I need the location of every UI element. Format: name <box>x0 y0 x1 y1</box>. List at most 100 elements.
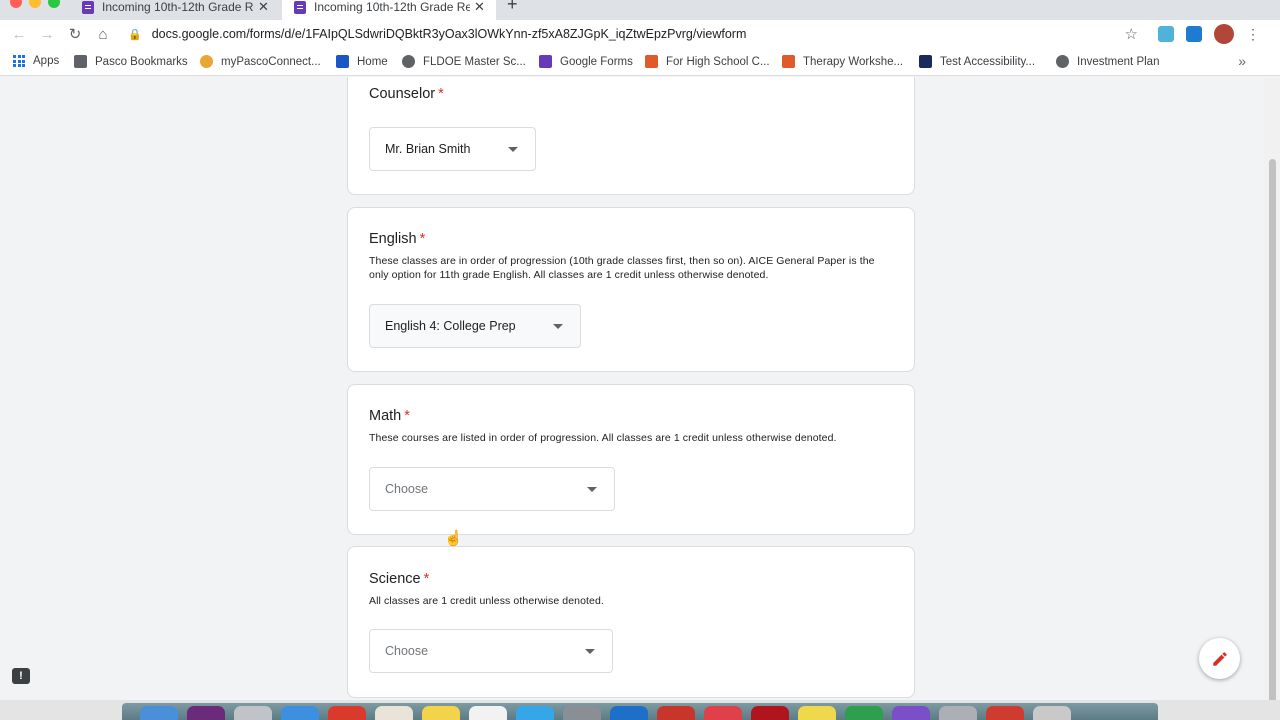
page-scrollbar[interactable] <box>1264 77 1280 720</box>
science-dropdown[interactable]: Choose <box>369 629 613 673</box>
bookmark-high-school[interactable]: For High School C... <box>645 55 770 68</box>
app-icon[interactable] <box>986 706 1024 720</box>
app-icon[interactable] <box>704 706 742 720</box>
sharepoint-extension-icon[interactable] <box>1186 26 1202 42</box>
app-store-icon[interactable] <box>516 706 554 720</box>
bookmark-label: Therapy Workshe... <box>803 55 904 68</box>
bookmark-label: Home <box>357 55 388 68</box>
bookmark-home[interactable]: Home <box>336 55 388 68</box>
google-forms-icon <box>82 0 94 14</box>
dropdown-value: Mr. Brian Smith <box>385 142 471 156</box>
question-card-english: English * These classes are in order of p… <box>347 207 915 372</box>
question-title: Math * <box>369 408 410 424</box>
forms-icon <box>539 55 552 68</box>
act-icon <box>919 55 932 68</box>
tab-title: Incoming 10th-12th Grade Reg <box>102 0 254 14</box>
launchpad-icon[interactable] <box>234 706 272 720</box>
notes-icon[interactable] <box>422 706 460 720</box>
address-bar[interactable]: 🔒 docs.google.com/forms/d/e/1FAIpQLSdwri… <box>128 20 746 48</box>
app-icon[interactable] <box>751 706 789 720</box>
app-icon[interactable] <box>892 706 930 720</box>
menu-kebab-icon[interactable]: ⋮ <box>1246 26 1260 43</box>
close-window-button[interactable] <box>10 0 22 8</box>
browser-tab[interactable]: Incoming 10th-12th Grade Reg ✕ <box>70 0 280 20</box>
cloud-extension-icon[interactable] <box>1158 26 1174 42</box>
chevron-down-icon <box>553 324 563 329</box>
safari-icon[interactable] <box>281 706 319 720</box>
scrollbar-thumb[interactable] <box>1269 159 1276 720</box>
required-asterisk: * <box>419 231 426 247</box>
question-card-counselor: Counselor * Mr. Brian Smith <box>347 77 915 195</box>
bookmark-label: Investment Plan <box>1077 55 1160 68</box>
question-description: All classes are 1 credit unless otherwis… <box>369 595 604 607</box>
reload-icon[interactable]: ↻ <box>61 25 89 43</box>
report-feedback-icon[interactable]: ! <box>12 668 30 684</box>
google-forms-icon <box>294 0 306 14</box>
app-icon[interactable] <box>845 706 883 720</box>
question-card-math: Math * These courses are listed in order … <box>347 384 915 535</box>
lock-icon: 🔒 <box>128 28 142 41</box>
globe-icon <box>1056 55 1069 68</box>
bookmark-investment-plan[interactable]: Investment Plan <box>1056 55 1159 68</box>
app-icon[interactable] <box>939 706 977 720</box>
question-title-text: Counselor <box>369 86 436 102</box>
calendar-icon[interactable] <box>375 706 413 720</box>
minimize-window-button[interactable] <box>29 0 41 8</box>
hand-cursor-icon: ☝ <box>444 530 463 547</box>
blogger-icon <box>782 55 795 68</box>
chrome-icon[interactable] <box>328 706 366 720</box>
required-asterisk: * <box>438 86 444 102</box>
english-dropdown[interactable]: English 4: College Prep <box>369 304 581 348</box>
bookmarks-bar: Apps Pasco Bookmarks myPascoConnect... H… <box>0 48 1280 76</box>
bookmark-label: Test Accessibility... <box>940 55 1036 68</box>
reminders-icon[interactable] <box>469 706 507 720</box>
required-asterisk: * <box>404 408 410 424</box>
bookmark-mypascoconnect[interactable]: myPascoConnect... <box>200 55 321 68</box>
question-title: Counselor * <box>369 86 444 102</box>
forward-arrow-icon[interactable]: → <box>33 26 61 43</box>
url-text: docs.google.com/forms/d/e/1FAIpQLSdwriDQ… <box>151 27 747 41</box>
browser-toolbar: ← → ↻ ⌂ 🔒 docs.google.com/forms/d/e/1FAI… <box>0 20 1280 48</box>
bookmark-fldoe[interactable]: FLDOE Master Sc... <box>402 55 526 68</box>
blogger-icon <box>645 55 658 68</box>
tab-title: Incoming 10th-12th Grade Reg <box>314 0 470 14</box>
chrome-icon <box>200 55 213 68</box>
close-tab-icon[interactable]: ✕ <box>258 0 274 15</box>
system-preferences-icon[interactable] <box>563 706 601 720</box>
chevron-down-icon <box>587 487 597 492</box>
pencil-icon <box>1212 651 1227 666</box>
bookmark-pasco[interactable]: Pasco Bookmarks <box>74 55 188 68</box>
close-tab-icon[interactable]: ✕ <box>474 0 490 15</box>
macos-dock <box>122 703 1158 720</box>
home-icon <box>336 55 349 68</box>
question-title-text: Math <box>369 408 402 424</box>
math-dropdown[interactable]: Choose <box>369 467 615 511</box>
bookmark-therapy[interactable]: Therapy Workshe... <box>782 55 903 68</box>
bookmark-star-icon[interactable]: ☆ <box>1125 25 1138 43</box>
home-icon[interactable]: ⌂ <box>89 26 117 43</box>
bookmark-label: FLDOE Master Sc... <box>423 55 526 68</box>
app-icon[interactable] <box>657 706 695 720</box>
profile-avatar[interactable] <box>1214 24 1234 44</box>
bookmark-apps[interactable]: Apps <box>13 55 59 67</box>
edit-form-button[interactable] <box>1199 638 1240 679</box>
bookmarks-overflow-chevron-icon[interactable]: » <box>1238 53 1246 69</box>
bookmark-label: For High School C... <box>666 55 770 68</box>
bookmark-google-forms[interactable]: Google Forms <box>539 55 633 68</box>
browser-tab-active[interactable]: Incoming 10th-12th Grade Reg ✕ <box>282 0 496 20</box>
word-icon[interactable] <box>610 706 648 720</box>
globe-icon <box>402 55 415 68</box>
new-tab-button[interactable]: + <box>507 0 518 15</box>
back-arrow-icon[interactable]: ← <box>5 26 33 43</box>
question-title: Science * <box>369 571 429 587</box>
counselor-dropdown[interactable]: Mr. Brian Smith <box>369 127 536 171</box>
siri-icon[interactable] <box>187 706 225 720</box>
finder-icon[interactable] <box>140 706 178 720</box>
dropdown-placeholder: Choose <box>385 482 429 496</box>
maximize-window-button[interactable] <box>48 0 60 8</box>
trash-icon[interactable] <box>1033 706 1071 720</box>
stickies-icon[interactable] <box>798 706 836 720</box>
bookmark-test-accessibility[interactable]: Test Accessibility... <box>919 55 1035 68</box>
browser-tab-strip: Incoming 10th-12th Grade Reg ✕ Incoming … <box>0 0 1280 20</box>
apps-grid-icon <box>13 55 25 67</box>
